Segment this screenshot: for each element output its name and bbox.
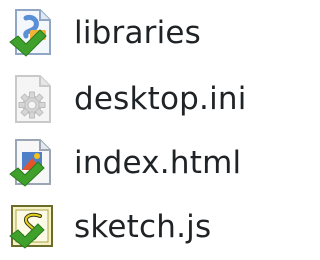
file-name: sketch.js [74,209,212,245]
file-name: libraries [74,15,202,51]
file-item-index-html[interactable]: index.html [0,132,265,194]
ini-settings-file-icon [6,72,60,126]
file-list: libraries desktop.ini index.html sketch.… [0,0,265,260]
html-document-icon [6,136,60,190]
folder-shortcut-icon [6,6,60,60]
file-item-sketch-js[interactable]: sketch.js [0,196,265,258]
js-script-icon [6,200,60,254]
file-item-libraries[interactable]: libraries [0,2,265,64]
file-item-desktop-ini[interactable]: desktop.ini [0,68,265,130]
file-name: index.html [74,145,242,181]
file-name: desktop.ini [74,81,247,117]
